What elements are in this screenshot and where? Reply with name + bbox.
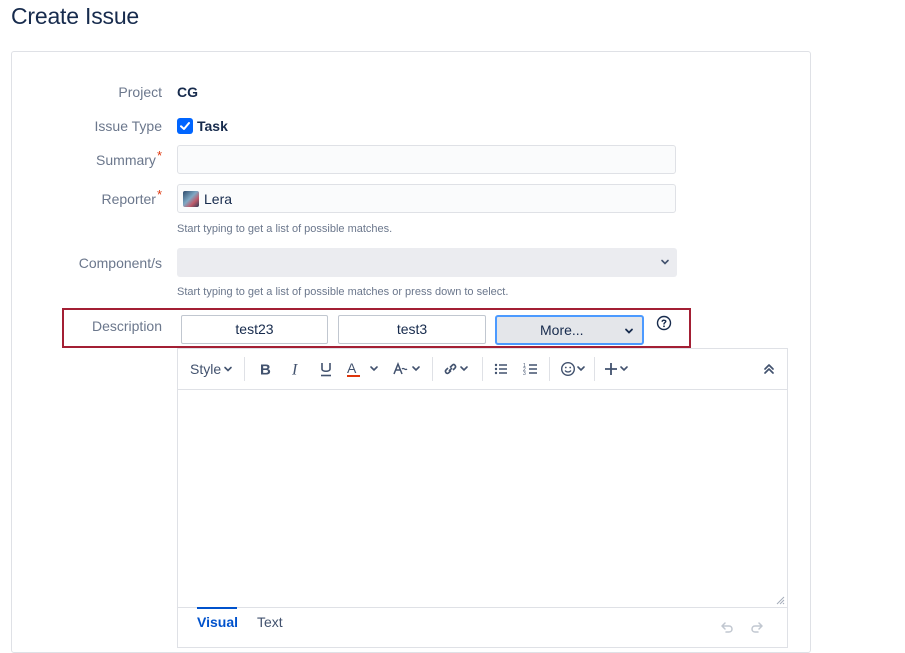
reporter-hint: Start typing to get a list of possible m… — [177, 223, 393, 235]
emoji-icon[interactable] — [560, 361, 590, 377]
style-dropdown[interactable]: Style — [190, 361, 233, 377]
italic-icon[interactable]: I — [288, 361, 304, 378]
tab-text[interactable]: Text — [257, 614, 283, 630]
issue-type-value[interactable]: Task — [197, 118, 228, 134]
editor-toolbar: Style B I A 123 — [178, 349, 787, 390]
resize-handle-icon[interactable] — [775, 595, 785, 605]
description-label: Description — [91, 318, 162, 334]
bullet-list-icon[interactable] — [493, 361, 509, 377]
toolbar-divider — [549, 357, 550, 381]
insert-plus-icon[interactable] — [603, 361, 633, 377]
editor-body[interactable] — [178, 390, 787, 606]
required-marker: * — [156, 187, 162, 202]
svg-text:3: 3 — [523, 371, 526, 377]
link-icon[interactable] — [442, 361, 472, 377]
more-select[interactable]: More... — [495, 315, 644, 345]
tab-visual[interactable]: Visual — [197, 614, 238, 630]
svg-text:A: A — [347, 361, 357, 376]
chevron-down-icon — [661, 259, 669, 265]
components-select[interactable] — [177, 248, 677, 277]
reporter-label: Reporter* — [101, 187, 162, 207]
page-title: Create Issue — [11, 3, 139, 29]
required-marker: * — [156, 148, 162, 163]
toolbar-divider — [594, 357, 595, 381]
test23-button[interactable]: test23 — [181, 315, 328, 344]
components-hint: Start typing to get a list of possible m… — [177, 286, 509, 298]
chevron-down-icon — [625, 328, 633, 334]
undo-icon[interactable] — [719, 620, 735, 636]
style-label: Style — [190, 361, 222, 377]
reporter-input[interactable]: Lera — [177, 184, 676, 213]
underline-icon[interactable] — [318, 361, 334, 377]
project-label: Project — [118, 84, 162, 100]
description-editor[interactable]: Style B I A 123 Visual Text — [177, 348, 788, 648]
test3-button[interactable]: test3 — [338, 315, 486, 344]
task-type-icon — [177, 118, 193, 134]
reporter-label-text: Reporter — [101, 191, 156, 207]
summary-label-text: Summary — [96, 152, 156, 168]
redo-icon[interactable] — [749, 620, 765, 636]
summary-label: Summary* — [96, 148, 162, 168]
more-select-label: More... — [540, 322, 584, 338]
summary-input[interactable] — [177, 145, 676, 174]
collapse-toolbar-icon[interactable] — [761, 361, 777, 377]
avatar — [183, 191, 199, 207]
question-circle-icon[interactable] — [656, 315, 672, 331]
reporter-value: Lera — [204, 191, 233, 207]
text-effects-icon[interactable] — [393, 361, 423, 377]
chevron-down-icon — [224, 366, 232, 372]
toolbar-divider — [432, 357, 433, 381]
issue-type-label: Issue Type — [94, 118, 162, 134]
svg-text:B: B — [260, 362, 271, 378]
text-color-icon[interactable]: A — [346, 361, 380, 377]
project-value: CG — [177, 84, 198, 100]
numbered-list-icon[interactable]: 123 — [523, 361, 539, 377]
toolbar-divider — [482, 357, 483, 381]
active-tab-indicator — [197, 607, 237, 609]
toolbar-divider — [244, 357, 245, 381]
editor-mode-tabs: Visual Text — [178, 607, 787, 650]
components-label: Component/s — [78, 255, 162, 271]
svg-text:I: I — [291, 362, 298, 378]
bold-icon[interactable]: B — [258, 361, 274, 378]
